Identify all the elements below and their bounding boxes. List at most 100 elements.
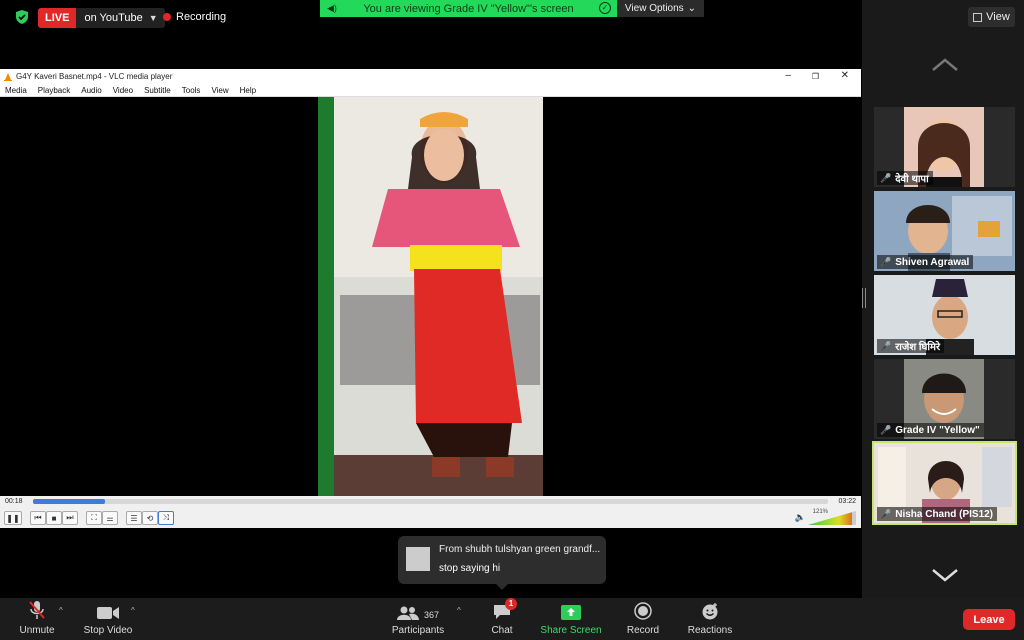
volume-slider[interactable] <box>808 511 856 525</box>
participant-tile[interactable]: 🎤 Grade IV "Yellow" <box>874 359 1015 439</box>
menu-audio[interactable]: Audio <box>81 86 101 95</box>
meeting-toolbar: Unmute ^ Stop Video ^ 367 Participants ^… <box>0 598 1024 640</box>
chat-unread-badge: 1 <box>505 598 517 610</box>
video-frame <box>318 97 543 496</box>
participant-name-tag: 🎤 Shiven Agrawal <box>877 255 974 269</box>
menu-media[interactable]: Media <box>5 86 27 95</box>
scroll-down-chevron-icon[interactable] <box>930 567 960 583</box>
zoom-meeting-window: LIVE on YouTube ▼ Recording ◀) You are v… <box>0 0 1024 640</box>
next-button[interactable]: ⏭ <box>62 511 78 525</box>
chat-sender: From shubh tulshyan green grandf... <box>439 544 601 555</box>
extended-settings-button[interactable]: ⚌ <box>102 511 118 525</box>
unmute-label: Unmute <box>19 625 55 636</box>
menu-tools[interactable]: Tools <box>182 86 201 95</box>
muted-mic-icon: 🎤 <box>880 508 892 519</box>
stop-video-button[interactable]: Stop Video <box>80 598 136 640</box>
unmute-button[interactable]: Unmute <box>14 598 60 640</box>
seek-bar[interactable] <box>33 499 828 504</box>
participant-tile[interactable]: 🎤 Shiven Agrawal <box>874 191 1015 271</box>
loop-button[interactable]: ⟲ <box>142 511 158 525</box>
live-label: LIVE <box>38 8 77 28</box>
participants-options-caret-icon[interactable]: ^ <box>457 606 461 615</box>
muted-mic-icon: 🎤 <box>880 340 892 351</box>
participant-tile[interactable]: 🎤 देवी थापा <box>874 107 1015 187</box>
record-icon <box>634 602 652 620</box>
participant-name-tag: 🎤 Grade IV "Yellow" <box>877 423 984 437</box>
elapsed-time: 00:18 <box>5 498 23 505</box>
muted-mic-icon: 🎤 <box>880 424 892 435</box>
menu-playback[interactable]: Playback <box>38 86 70 95</box>
vlc-menu-bar: Media Playback Audio Video Subtitle Tool… <box>0 84 861 97</box>
vlc-cone-icon <box>4 72 12 81</box>
participant-name: Grade IV "Yellow" <box>895 424 980 436</box>
leave-button[interactable]: Leave <box>963 609 1015 630</box>
grid-icon <box>973 12 983 22</box>
vlc-media-player-window: G4Y Kaveri Basnet.mp4 - VLC media player… <box>0 69 861 528</box>
shuffle-button[interactable]: ⤨ <box>158 511 174 525</box>
speaker-icon: ◀) <box>327 3 337 13</box>
menu-subtitle[interactable]: Subtitle <box>144 86 171 95</box>
check-circle-icon: ✓ <box>599 2 611 14</box>
stop-button[interactable]: ■ <box>46 511 62 525</box>
participants-icon <box>396 606 419 620</box>
volume-icon[interactable]: 🔈 <box>795 512 806 523</box>
playlist-button[interactable]: ☰ <box>126 511 142 525</box>
scroll-up-chevron-icon[interactable] <box>930 57 960 73</box>
close-icon[interactable]: ✕ <box>841 70 849 81</box>
share-banner-text: You are viewing Grade IV "Yellow"'s scre… <box>363 2 574 15</box>
total-duration: 03:22 <box>838 498 856 505</box>
menu-help[interactable]: Help <box>240 86 256 95</box>
chevron-down-icon: ⌄ <box>687 3 697 14</box>
menu-video[interactable]: Video <box>113 86 133 95</box>
participants-button[interactable]: 367 Participants <box>388 598 448 640</box>
reactions-button[interactable]: Reactions <box>684 598 736 640</box>
audio-options-caret-icon[interactable]: ^ <box>59 606 63 615</box>
youtube-label: on YouTube <box>84 12 143 24</box>
seek-bar-fill <box>33 499 105 504</box>
participant-name: देवी थापा <box>895 174 929 185</box>
vlc-title-bar[interactable]: G4Y Kaveri Basnet.mp4 - VLC media player… <box>0 69 861 84</box>
participant-name-tag: 🎤 Nisha Chand (PIS12) <box>877 507 998 521</box>
chat-notification-popup[interactable]: From shubh tulshyan green grandf... stop… <box>398 536 606 590</box>
participant-name-tag: 🎤 राजेश घिमिरे <box>877 339 945 353</box>
chat-label: Chat <box>491 625 513 636</box>
record-button[interactable]: Record <box>622 598 664 640</box>
reactions-label: Reactions <box>687 625 733 636</box>
participant-tile[interactable]: 🎤 राजेश घिमिरे <box>874 275 1015 355</box>
view-options-label: View Options <box>624 3 684 14</box>
menu-view[interactable]: View <box>211 86 228 95</box>
encryption-shield-icon[interactable] <box>14 9 30 25</box>
participant-name-tag: 🎤 देवी थापा <box>877 171 933 185</box>
vlc-controls: ❚❚ ⏮ ■ ⏭ ⛶ ⚌ ☰ ⟲ ⤨ 🔈 121% <box>0 508 861 528</box>
muted-mic-icon: 🎤 <box>880 256 892 267</box>
vlc-seek-row: 00:18 03:22 <box>0 496 861 508</box>
panel-resize-handle[interactable] <box>862 288 866 308</box>
stop-video-label: Stop Video <box>83 625 133 636</box>
previous-button[interactable]: ⏮ <box>30 511 46 525</box>
view-options-button[interactable]: View Options ⌄ <box>617 0 704 17</box>
chat-message: stop saying hi <box>439 563 501 574</box>
participants-label: Participants <box>391 625 445 636</box>
minimize-icon[interactable]: – <box>785 70 791 81</box>
participants-count: 367 <box>423 610 440 620</box>
record-label: Record <box>626 625 660 636</box>
fullscreen-button[interactable]: ⛶ <box>86 511 102 525</box>
video-camera-icon <box>97 607 119 619</box>
muted-mic-icon <box>29 601 45 619</box>
view-label: View <box>986 11 1010 23</box>
participant-name: Shiven Agrawal <box>895 256 970 268</box>
screen-share-banner: ◀) You are viewing Grade IV "Yellow"'s s… <box>320 0 617 17</box>
vlc-video-area[interactable] <box>0 97 861 496</box>
maximize-icon[interactable]: ❐ <box>812 72 819 81</box>
recording-indicator[interactable]: Recording <box>163 11 226 23</box>
recording-dot-icon <box>163 13 171 21</box>
share-screen-button[interactable]: Share Screen <box>538 598 604 640</box>
sender-avatar <box>406 547 430 571</box>
participant-tile-active-speaker[interactable]: 🎤 Nisha Chand (PIS12) <box>872 441 1017 525</box>
participant-name: Nisha Chand (PIS12) <box>895 508 994 520</box>
live-stream-badge[interactable]: LIVE on YouTube ▼ <box>38 8 165 28</box>
pause-button[interactable]: ❚❚ <box>4 511 22 525</box>
view-button[interactable]: View <box>968 7 1015 27</box>
video-options-caret-icon[interactable]: ^ <box>131 606 135 615</box>
emoji-reaction-icon <box>702 603 718 620</box>
